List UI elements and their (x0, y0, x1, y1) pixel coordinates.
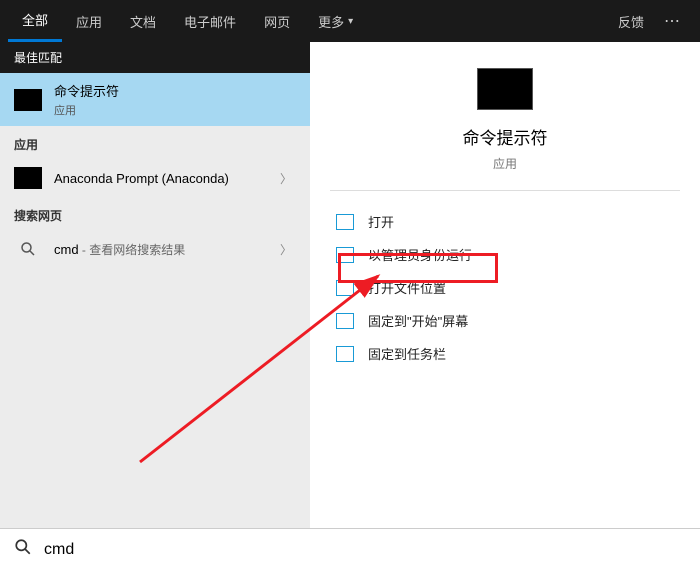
preview-panel: 命令提示符 应用 打开以管理员身份运行打开文件位置固定到"开始"屏幕固定到任务栏 (310, 42, 700, 528)
action-item-3[interactable]: 固定到"开始"屏幕 (330, 304, 680, 337)
action-item-2[interactable]: 打开文件位置 (330, 271, 680, 304)
result-web-cmd[interactable]: cmd - 查看网络搜索结果 〉 (0, 230, 310, 268)
feedback-link[interactable]: 反馈 (608, 12, 654, 31)
tab-more[interactable]: 更多 ▾ (304, 0, 367, 42)
tab-web[interactable]: 网页 (250, 0, 304, 42)
result-title: 命令提示符 (54, 81, 296, 100)
chevron-down-icon: ▾ (348, 16, 353, 27)
preview-title: 命令提示符 (330, 124, 680, 149)
search-bar (0, 528, 700, 570)
action-icon (336, 313, 354, 329)
action-icon (336, 346, 354, 362)
search-tabs: 全部 应用 文档 电子邮件 网页 更多 ▾ (8, 0, 367, 42)
result-app-anaconda[interactable]: Anaconda Prompt (Anaconda) 〉 (0, 159, 310, 197)
cmd-icon (14, 89, 42, 111)
action-item-4[interactable]: 固定到任务栏 (330, 337, 680, 370)
preview-subtitle: 应用 (330, 155, 680, 172)
action-item-0[interactable]: 打开 (330, 205, 680, 238)
search-icon (14, 238, 42, 260)
action-icon (336, 214, 354, 230)
cmd-preview-icon (477, 68, 533, 110)
action-icon (336, 247, 354, 263)
result-title: Anaconda Prompt (Anaconda) (54, 171, 276, 186)
tab-apps[interactable]: 应用 (62, 0, 116, 42)
action-icon (336, 280, 354, 296)
result-title: cmd (54, 242, 79, 257)
tab-email[interactable]: 电子邮件 (170, 0, 250, 42)
web-header: 搜索网页 (0, 197, 310, 230)
result-extra: - 查看网络搜索结果 (79, 243, 186, 257)
result-best-match[interactable]: 命令提示符 应用 (0, 73, 310, 126)
search-icon (14, 538, 32, 561)
terminal-icon (14, 167, 42, 189)
action-label: 以管理员身份运行 (368, 245, 472, 264)
action-label: 打开 (368, 212, 394, 231)
search-input[interactable] (44, 541, 686, 559)
best-match-header: 最佳匹配 (0, 42, 310, 73)
more-options-icon[interactable]: ⋯ (654, 11, 692, 31)
results-panel: 最佳匹配 命令提示符 应用 应用 Anaconda Prompt (Anacon… (0, 42, 310, 528)
tab-all[interactable]: 全部 (8, 0, 62, 42)
action-label: 打开文件位置 (368, 278, 446, 297)
chevron-right-icon: 〉 (276, 170, 296, 187)
result-subtitle: 应用 (54, 102, 296, 118)
action-label: 固定到"开始"屏幕 (368, 311, 468, 330)
apps-header: 应用 (0, 126, 310, 159)
action-label: 固定到任务栏 (368, 344, 446, 363)
action-item-1[interactable]: 以管理员身份运行 (330, 238, 680, 271)
chevron-right-icon: 〉 (276, 241, 296, 258)
tab-docs[interactable]: 文档 (116, 0, 170, 42)
